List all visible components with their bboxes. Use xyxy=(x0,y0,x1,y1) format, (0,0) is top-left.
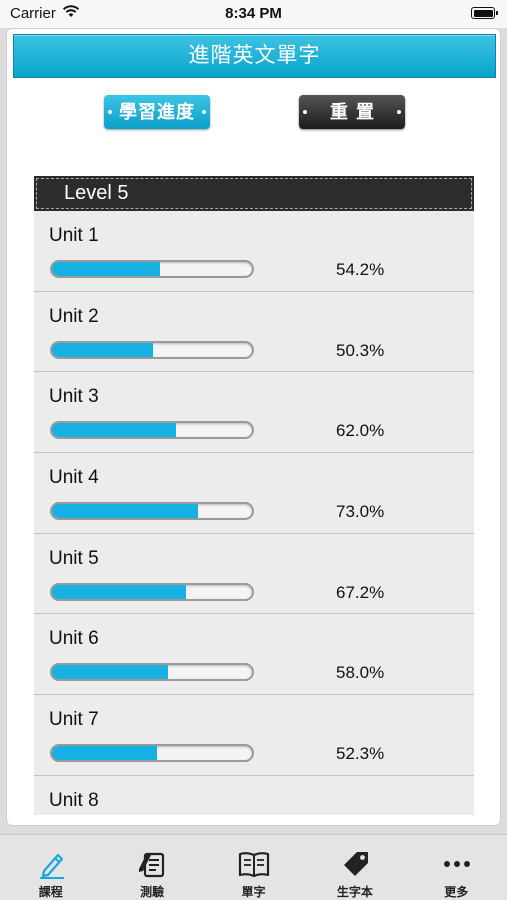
progress-fill xyxy=(52,584,187,599)
progress-fill xyxy=(52,342,153,357)
status-bar: Carrier 8:34 PM xyxy=(0,0,507,28)
book-icon xyxy=(237,849,271,879)
learning-progress-button[interactable]: 學習進度 xyxy=(104,95,210,129)
progress-fill xyxy=(52,746,157,761)
progress-fill xyxy=(52,665,168,680)
progress-percent: 54.2% xyxy=(336,260,385,279)
tab-quiz[interactable]: 測驗 xyxy=(101,835,202,900)
unit-name: Unit 5 xyxy=(49,547,99,569)
progress-percent: 67.2% xyxy=(336,582,385,602)
unit-name: Unit 2 xyxy=(49,305,99,327)
unit-row[interactable]: Unit 6 58.0% xyxy=(34,614,474,696)
tab-bar: 課程 測驗 單字 生字本 更多 xyxy=(0,834,507,900)
unit-row[interactable]: Unit 1 54.2% xyxy=(34,211,474,292)
content-frame: 進階英文單字 學習進度 重置 Level 5 Unit 1 54.2% Unit 2… xyxy=(6,28,501,826)
reset-button[interactable]: 重置 xyxy=(299,95,405,129)
unit-row[interactable]: Unit 2 50.3% xyxy=(34,291,474,373)
progress-percent: 52.3% xyxy=(336,744,385,764)
tab-label: 單字 xyxy=(241,885,266,899)
unit-row[interactable]: Unit 5 67.2% xyxy=(34,533,474,615)
unit-row[interactable]: Unit 4 73.0% xyxy=(34,453,474,534)
progress-bar xyxy=(50,663,254,682)
tab-label: 測驗 xyxy=(140,885,165,899)
progress-bar xyxy=(50,421,254,440)
tab-course[interactable]: 課程 xyxy=(0,835,101,900)
unit-name: Unit 8 xyxy=(49,789,99,811)
more-icon xyxy=(440,849,474,879)
title-bar: 進階英文單字 xyxy=(13,34,496,78)
progress-bar xyxy=(50,340,254,359)
pencil-icon xyxy=(34,849,68,879)
progress-fill xyxy=(52,262,161,276)
tab-label: 課程 xyxy=(38,885,63,899)
units-list[interactable]: Unit 1 54.2% Unit 2 50.3% Unit 3 62.0% Unit 4 7… xyxy=(34,211,474,815)
battery-icon xyxy=(471,7,498,19)
unit-name: Unit 6 xyxy=(49,628,99,650)
unit-row[interactable]: Unit 8 xyxy=(34,775,474,815)
page-title: 進階英文單字 xyxy=(188,44,321,67)
unit-name: Unit 4 xyxy=(49,467,99,489)
progress-bar xyxy=(50,502,254,521)
tab-label: 更多 xyxy=(444,885,469,899)
progress-percent: 50.3% xyxy=(336,340,385,360)
progress-percent: 73.0% xyxy=(336,502,385,522)
tag-icon xyxy=(338,849,372,879)
unit-row[interactable]: Unit 7 52.3% xyxy=(34,695,474,776)
tab-word-notebook[interactable]: 生字本 xyxy=(304,835,405,900)
progress-fill xyxy=(52,423,176,438)
progress-percent: 58.0% xyxy=(336,663,385,683)
tab-vocabulary[interactable]: 單字 xyxy=(203,835,304,900)
unit-name: Unit 7 xyxy=(49,709,99,731)
progress-percent: 62.0% xyxy=(336,421,385,441)
tab-label: 生字本 xyxy=(336,885,373,899)
unit-name: Unit 3 xyxy=(49,386,99,408)
unit-row[interactable]: Unit 3 62.0% xyxy=(34,372,474,454)
clock: 8:34 PM xyxy=(225,5,282,22)
progress-bar xyxy=(50,582,254,601)
level-header: Level 5 xyxy=(34,176,474,211)
progress-fill xyxy=(52,504,198,519)
quiz-icon xyxy=(135,849,169,879)
progress-bar xyxy=(50,260,254,278)
progress-bar xyxy=(50,744,254,763)
tab-more[interactable]: 更多 xyxy=(406,835,507,900)
unit-name: Unit 1 xyxy=(49,225,99,246)
level-label: Level 5 xyxy=(64,182,129,204)
